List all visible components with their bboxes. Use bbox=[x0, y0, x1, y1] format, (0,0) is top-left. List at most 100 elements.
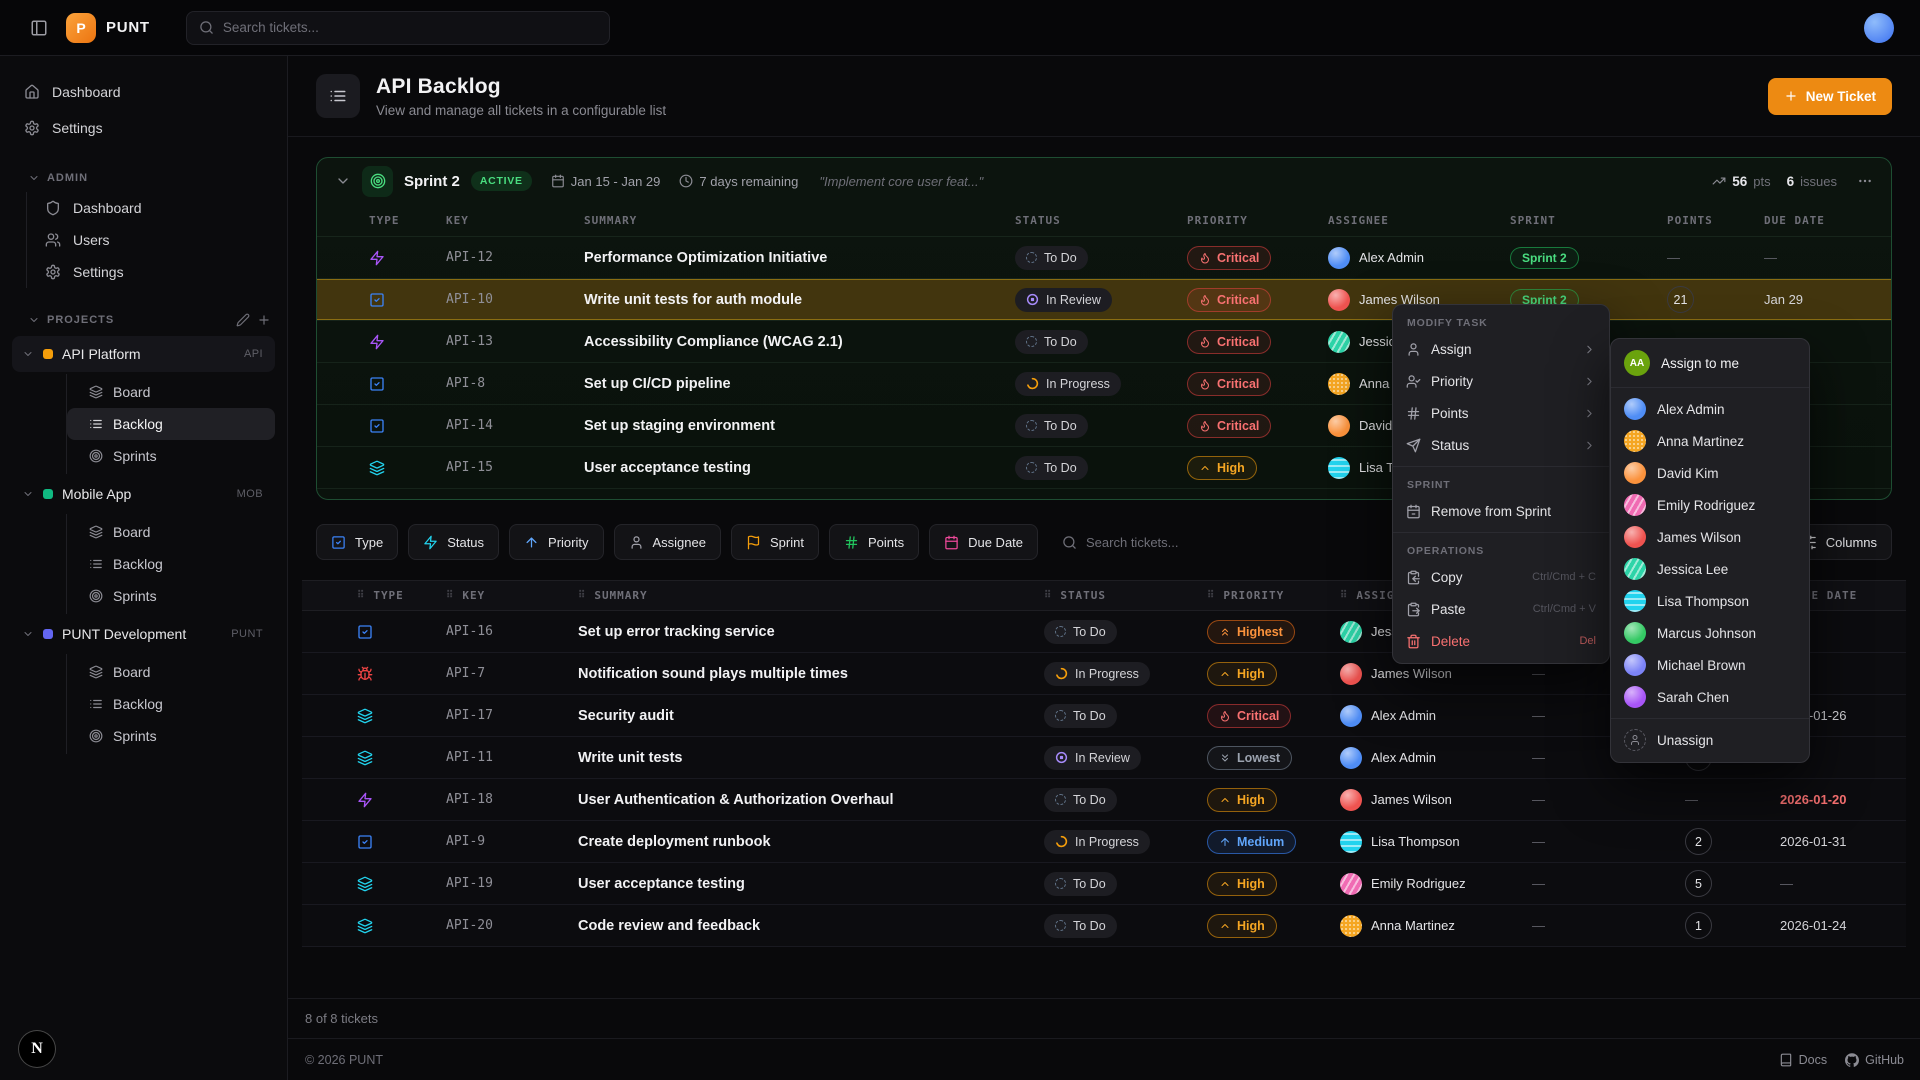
context-menu-item-copy[interactable]: CopyCtrl/Cmd + C bbox=[1393, 561, 1609, 593]
menu-item-label: Copy bbox=[1431, 570, 1463, 585]
context-menu-item-points[interactable]: Points bbox=[1393, 397, 1609, 429]
assign-user-anna-martinez[interactable]: Anna Martinez bbox=[1611, 425, 1809, 457]
column-header-sprint[interactable]: SPRINT bbox=[1510, 214, 1667, 227]
points-value: 5 bbox=[1685, 870, 1712, 897]
table-row-api-9[interactable]: API-9Create deployment runbookIn Progres… bbox=[302, 821, 1906, 863]
sprint-collapse-button[interactable] bbox=[335, 173, 351, 189]
priority-label: Critical bbox=[1217, 419, 1259, 433]
filter-button-points[interactable]: Points bbox=[829, 524, 919, 560]
filter-button-priority[interactable]: Priority bbox=[509, 524, 603, 560]
project-row-api-platform[interactable]: API PlatformAPI bbox=[12, 336, 275, 372]
new-ticket-button[interactable]: New Ticket bbox=[1768, 78, 1892, 115]
table-row-api-12[interactable]: API-12Performance Optimization Initiativ… bbox=[317, 237, 1891, 279]
chevron-down-icon bbox=[22, 348, 34, 360]
sidebar-item-mobile-app-sprints[interactable]: Sprints bbox=[67, 580, 275, 612]
context-menu-item-remove-from-sprint[interactable]: Remove from Sprint bbox=[1393, 495, 1609, 527]
filter-button-assignee[interactable]: Assignee bbox=[614, 524, 721, 560]
assign-user-sarah-chen[interactable]: Sarah Chen bbox=[1611, 681, 1809, 713]
drag-handle-icon[interactable]: ⠿ bbox=[1207, 590, 1215, 601]
column-header-key[interactable]: ⠿KEY bbox=[446, 589, 578, 602]
project-row-punt-development[interactable]: PUNT DevelopmentPUNT bbox=[12, 616, 275, 652]
project-row-mobile-app[interactable]: Mobile AppMOB bbox=[12, 476, 275, 512]
sprint-empty: — bbox=[1532, 918, 1545, 933]
context-menu-item-paste[interactable]: PasteCtrl/Cmd + V bbox=[1393, 593, 1609, 625]
sprint-badge: Sprint 2 bbox=[1510, 247, 1579, 269]
context-menu-item-delete[interactable]: DeleteDel bbox=[1393, 625, 1609, 657]
drag-handle-icon[interactable]: ⠿ bbox=[446, 590, 454, 601]
sidebar-item-settings[interactable]: Settings bbox=[12, 110, 275, 146]
column-header-summary[interactable]: ⠿SUMMARY bbox=[578, 589, 1044, 602]
drag-handle-icon[interactable]: ⠿ bbox=[357, 590, 365, 601]
column-header-points[interactable]: POINTS bbox=[1667, 214, 1764, 227]
column-header-priority[interactable]: PRIORITY bbox=[1187, 214, 1328, 227]
table-row-api-10[interactable]: API-10Write unit tests for auth moduleIn… bbox=[317, 279, 1891, 321]
dev-badge[interactable]: N bbox=[18, 1030, 56, 1068]
filter-button-sprint[interactable]: Sprint bbox=[731, 524, 819, 560]
docs-link[interactable]: Docs bbox=[1779, 1053, 1827, 1067]
table-row-api-18[interactable]: API-18User Authentication & Authorizatio… bbox=[302, 779, 1906, 821]
assign-user-marcus-johnson[interactable]: Marcus Johnson bbox=[1611, 617, 1809, 649]
column-header-priority[interactable]: ⠿PRIORITY bbox=[1207, 589, 1340, 602]
sidebar-item-punt-development-backlog[interactable]: Backlog bbox=[67, 688, 275, 720]
sidebar-admin-item-settings[interactable]: Settings bbox=[27, 256, 275, 288]
column-header-assignee[interactable]: ASSIGNEE bbox=[1328, 214, 1510, 227]
column-header-label: SPRINT bbox=[1510, 214, 1556, 227]
sidebar-admin-item-dashboard[interactable]: Dashboard bbox=[27, 192, 275, 224]
sidebar-item-punt-development-sprints[interactable]: Sprints bbox=[67, 720, 275, 752]
ellipsis-icon bbox=[1857, 173, 1873, 189]
column-header-key[interactable]: KEY bbox=[446, 214, 584, 227]
assign-user-michael-brown[interactable]: Michael Brown bbox=[1611, 649, 1809, 681]
assign-to-me-item[interactable]: AA Assign to me bbox=[1611, 344, 1809, 382]
assign-user-david-kim[interactable]: David Kim bbox=[1611, 457, 1809, 489]
assign-user-emily-rodriguez[interactable]: Emily Rodriguez bbox=[1611, 489, 1809, 521]
priority-badge: High bbox=[1187, 456, 1257, 480]
sprint-more-button[interactable] bbox=[1857, 173, 1873, 189]
context-menu-item-assign[interactable]: Assign bbox=[1393, 333, 1609, 365]
column-header-summary[interactable]: SUMMARY bbox=[584, 214, 1015, 227]
sidebar-item-mobile-app-board[interactable]: Board bbox=[67, 516, 275, 548]
column-header-status[interactable]: STATUS bbox=[1015, 214, 1187, 227]
sidebar-section-projects[interactable]: PROJECTS bbox=[0, 306, 287, 334]
sidebar-section-admin[interactable]: ADMIN bbox=[0, 164, 287, 192]
drag-handle-icon[interactable]: ⠿ bbox=[1044, 590, 1052, 601]
sidebar-item-api-platform-backlog[interactable]: Backlog bbox=[67, 408, 275, 440]
global-search-input[interactable] bbox=[223, 20, 597, 35]
sidebar-toggle-button[interactable] bbox=[26, 15, 52, 41]
filter-button-status[interactable]: Status bbox=[408, 524, 499, 560]
priority-label: Medium bbox=[1237, 835, 1284, 849]
assign-user-alex-admin[interactable]: Alex Admin bbox=[1611, 393, 1809, 425]
filter-button-due-date[interactable]: Due Date bbox=[929, 524, 1038, 560]
drag-handle-icon[interactable]: ⠿ bbox=[578, 590, 586, 601]
sidebar-item-punt-development-board[interactable]: Board bbox=[67, 656, 275, 688]
sidebar-item-api-platform-sprints[interactable]: Sprints bbox=[67, 440, 275, 472]
avatar bbox=[1340, 831, 1362, 853]
sidebar-item-mobile-app-backlog[interactable]: Backlog bbox=[67, 548, 275, 580]
filter-button-type[interactable]: Type bbox=[316, 524, 398, 560]
sprint-issues: 6 bbox=[1787, 174, 1795, 189]
column-header-due-date[interactable]: DUE DATE bbox=[1764, 214, 1891, 227]
global-search[interactable] bbox=[186, 11, 610, 45]
gear-icon bbox=[24, 120, 40, 136]
column-header-type[interactable]: ⠿TYPE bbox=[357, 589, 446, 602]
table-row-api-19[interactable]: API-19User acceptance testingTo DoHighEm… bbox=[302, 863, 1906, 905]
github-link[interactable]: GitHub bbox=[1845, 1053, 1904, 1067]
context-menu-item-status[interactable]: Status bbox=[1393, 429, 1609, 461]
assign-user-jessica-lee[interactable]: Jessica Lee bbox=[1611, 553, 1809, 585]
context-menu-item-priority[interactable]: Priority bbox=[1393, 365, 1609, 397]
assign-user-james-wilson[interactable]: James Wilson bbox=[1611, 521, 1809, 553]
column-header-type[interactable]: TYPE bbox=[369, 214, 446, 227]
status-badge: In Progress bbox=[1044, 662, 1150, 686]
drag-handle-icon[interactable]: ⠿ bbox=[1340, 590, 1348, 601]
sidebar-item-dashboard[interactable]: Dashboard bbox=[12, 74, 275, 110]
status-label: In Progress bbox=[1075, 667, 1139, 681]
sidebar-admin-item-users[interactable]: Users bbox=[27, 224, 275, 256]
unassign-item[interactable]: Unassign bbox=[1611, 724, 1809, 756]
edit-projects-icon[interactable] bbox=[236, 313, 250, 327]
high-priority-icon bbox=[1219, 878, 1231, 890]
sidebar-item-api-platform-board[interactable]: Board bbox=[67, 376, 275, 408]
assign-user-lisa-thompson[interactable]: Lisa Thompson bbox=[1611, 585, 1809, 617]
table-row-api-20[interactable]: API-20Code review and feedbackTo DoHighA… bbox=[302, 905, 1906, 947]
user-avatar[interactable] bbox=[1864, 13, 1894, 43]
column-header-status[interactable]: ⠿STATUS bbox=[1044, 589, 1207, 602]
add-project-icon[interactable] bbox=[257, 313, 271, 327]
